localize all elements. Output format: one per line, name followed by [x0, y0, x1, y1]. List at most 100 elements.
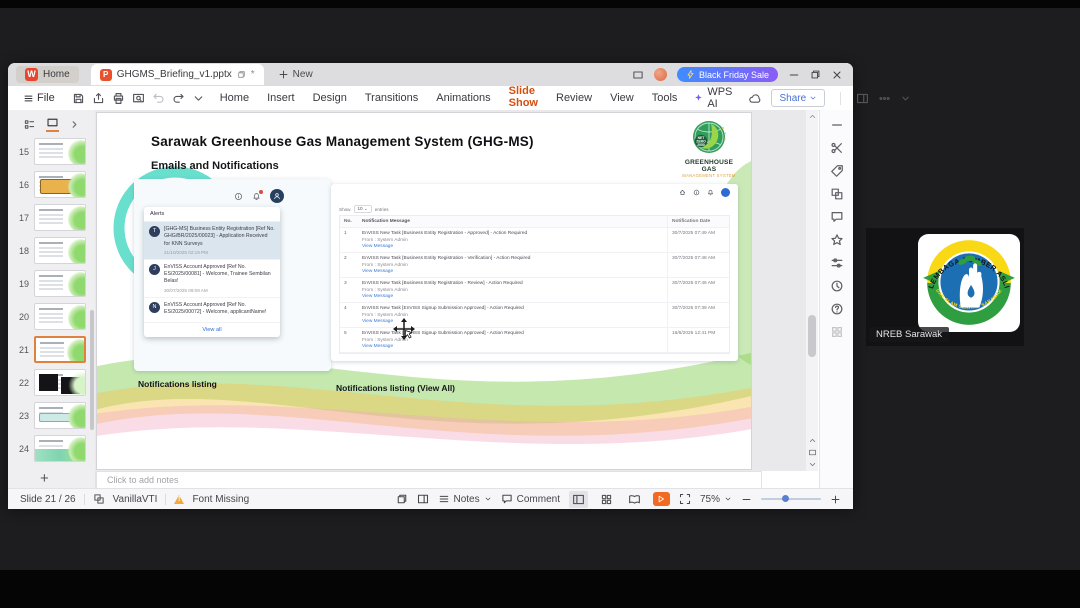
undo-icon[interactable]	[152, 92, 165, 105]
print-preview-icon[interactable]	[132, 92, 145, 105]
Animations[interactable]: Animations	[435, 89, 491, 107]
alert-item: N EnVISS Account Approved [Ref No. ES/20…	[144, 298, 280, 324]
slide-thumbnail[interactable]: 15	[14, 138, 86, 165]
Review[interactable]: Review	[555, 89, 593, 107]
layout-mode-icon[interactable]	[632, 69, 644, 81]
wps-logo: W	[25, 68, 38, 81]
export-pdf-icon[interactable]	[92, 92, 105, 105]
wps-ai-button[interactable]: WPS AI	[694, 86, 735, 110]
settings-icon[interactable]	[830, 256, 844, 270]
normal-view-button[interactable]	[568, 490, 588, 508]
ghgms-logo-line1: GREENHOUSE GAS	[684, 159, 734, 173]
tab-home-label: Home	[43, 69, 70, 80]
account-avatar[interactable]	[653, 68, 667, 81]
Transitions[interactable]: Transitions	[364, 89, 419, 107]
design-tools-icon[interactable]	[830, 141, 844, 155]
slide-counter: Slide 21 / 26	[20, 493, 76, 505]
slide-thumbnail[interactable]: 23	[14, 402, 86, 429]
move-pane-icon[interactable]	[417, 493, 429, 505]
slide-thumbnail[interactable]: 17	[14, 204, 86, 231]
print-icon[interactable]	[112, 92, 125, 105]
file-menu-label: File	[37, 92, 55, 104]
reading-view-button[interactable]	[625, 491, 644, 508]
slide-thumbnail[interactable]: 16	[14, 171, 86, 198]
outline-view-icon[interactable]	[23, 118, 36, 131]
notes-input[interactable]: Click to add notes	[96, 471, 762, 489]
slide-thumbnail[interactable]: 19	[14, 270, 86, 297]
zoom-out-button[interactable]	[741, 494, 752, 505]
history-icon[interactable]	[830, 279, 844, 293]
more-commands-icon[interactable]	[192, 92, 205, 105]
slide-thumbnail[interactable]: 24	[14, 435, 86, 462]
workspace-icon[interactable]	[396, 493, 408, 505]
slide-thumbnail-panel: 15 16 17 18 19 20 21 22 23 24 +	[8, 110, 96, 488]
promo-label: Black Friday Sale	[698, 69, 769, 80]
tab-session-icon	[237, 70, 246, 79]
Home[interactable]: Home	[219, 89, 250, 107]
View[interactable]: View	[609, 89, 635, 107]
user-avatar-icon	[721, 188, 730, 197]
Design[interactable]: Design	[312, 89, 348, 107]
help-icon[interactable]	[830, 302, 844, 316]
caption-notifications-listing: Notifications listing	[138, 379, 217, 389]
slide-thumbnail[interactable]: 20	[14, 303, 86, 330]
slide-sorter-view-button[interactable]	[597, 491, 616, 508]
previous-slide-button[interactable]	[808, 436, 817, 445]
share-button[interactable]: Share	[771, 89, 826, 107]
promo-button[interactable]: Black Friday Sale	[676, 67, 778, 82]
theme-name[interactable]: VanillaVTI	[113, 494, 158, 505]
thumbnail-scrollbar[interactable]	[90, 310, 94, 430]
Tools[interactable]: Tools	[651, 89, 679, 107]
comment-panel-icon[interactable]	[830, 210, 844, 224]
zoom-in-button[interactable]	[830, 494, 841, 505]
maximize-button[interactable]	[810, 69, 821, 80]
find-replace-icon[interactable]	[830, 164, 844, 178]
slide-view-icon[interactable]	[46, 116, 59, 132]
slide-thumbnail[interactable]: 22	[14, 369, 86, 396]
shapes-icon[interactable]	[830, 187, 844, 201]
file-menu-button[interactable]: File	[18, 90, 60, 106]
slide-canvas[interactable]: Sarawak Greenhouse Gas Management System…	[96, 112, 752, 470]
close-button[interactable]	[831, 69, 843, 81]
fit-slide-icon[interactable]	[679, 493, 691, 505]
bell-icon	[707, 189, 714, 196]
collapse-ribbon-icon[interactable]	[900, 93, 911, 104]
chevron-down-icon	[809, 94, 817, 102]
apps-icon[interactable]	[830, 325, 844, 339]
redo-icon[interactable]	[172, 92, 185, 105]
zoom-slider[interactable]	[761, 495, 821, 502]
notes-toggle[interactable]: Notes	[438, 493, 492, 505]
menu-bar: File Home Insert Design Transitions Anim…	[8, 85, 853, 114]
font-missing-warning[interactable]: Font Missing	[192, 494, 249, 505]
scrollbar-thumb[interactable]	[808, 315, 816, 357]
favorites-icon[interactable]	[830, 233, 844, 247]
slide-nav-icon[interactable]	[808, 448, 817, 457]
minimize-button[interactable]	[788, 69, 800, 81]
more-options-icon[interactable]	[878, 92, 891, 105]
zoom-level[interactable]: 75%	[700, 494, 732, 505]
zoom-slider-knob[interactable]	[782, 495, 789, 502]
cloud-sync-icon[interactable]	[747, 92, 762, 105]
new-tab-button[interactable]: New	[278, 69, 313, 80]
document-scrollbar[interactable]	[806, 110, 818, 471]
caption-notifications-view-all: Notifications listing (View All)	[336, 383, 456, 393]
Insert[interactable]: Insert	[266, 89, 296, 107]
next-slide-button[interactable]	[808, 460, 817, 469]
slide-thumbnail[interactable]: 18	[14, 237, 86, 264]
task-pane-icon[interactable]	[856, 92, 869, 105]
show-entries-control: Show 10 ⌄ entries	[339, 205, 389, 213]
start-slideshow-button[interactable]	[652, 492, 670, 506]
alert-item: J EnVISS Account Approved [Ref No. ES/20…	[144, 260, 280, 298]
comment-toggle[interactable]: Comment	[501, 493, 560, 505]
theme-icon	[93, 493, 105, 505]
expand-panel-icon[interactable]	[69, 119, 80, 130]
view-message-link: View Message	[362, 294, 394, 299]
add-slide-button[interactable]: +	[40, 470, 49, 487]
tab-home[interactable]: W Home	[16, 66, 79, 83]
collapse-panel-icon[interactable]	[830, 118, 844, 132]
save-icon[interactable]	[72, 92, 85, 105]
slide-thumbnail[interactable]: 21	[14, 336, 86, 363]
participant-video-tile[interactable]: LEMBAGA SUMBER ASLI DAN ALAM SEKITAR SAR…	[866, 228, 1024, 346]
unsaved-indicator: *	[250, 69, 255, 80]
warning-icon	[174, 494, 185, 504]
